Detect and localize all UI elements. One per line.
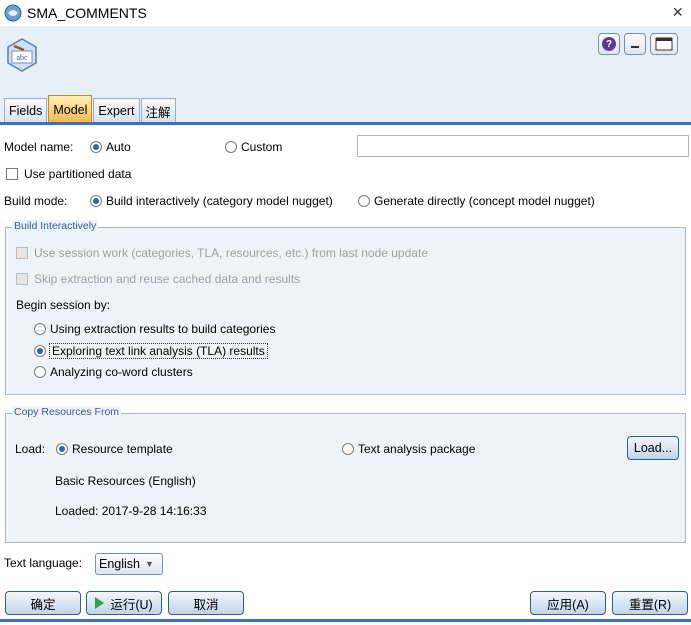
use-session-work-checkbox[interactable]: Use session work (categories, TLA, resou… — [16, 246, 428, 260]
loaded-value: 2017-9-28 14:16:33 — [101, 504, 207, 518]
partitioned-data-checkbox[interactable]: Use partitioned data — [6, 167, 131, 181]
checkbox-indicator — [16, 247, 28, 259]
option-coword-label: Analyzing co-word clusters — [50, 365, 193, 379]
radio-indicator — [90, 141, 102, 153]
close-icon[interactable]: × — [672, 2, 683, 23]
use-session-label: Use session work (categories, TLA, resou… — [34, 246, 428, 260]
loaded-timestamp: Loaded: 2017-9-28 14:16:33 — [55, 504, 207, 518]
custom-model-name-input[interactable] — [357, 135, 689, 157]
option-extraction-radio[interactable]: Using extraction results to build catego… — [34, 322, 275, 336]
checkbox-indicator — [16, 273, 28, 285]
model-name-auto-radio[interactable]: Auto — [90, 140, 131, 154]
auto-label: Auto — [106, 140, 131, 154]
skip-extraction-label: Skip extraction and reuse cached data an… — [34, 272, 301, 286]
build-interactively-label: Build interactively (category model nugg… — [106, 194, 333, 208]
app-icon — [4, 4, 22, 22]
resource-name: Basic Resources (English) — [55, 474, 196, 488]
option-tla-radio[interactable]: Exploring text link analysis (TLA) resul… — [34, 343, 268, 359]
resource-template-label: Resource template — [72, 442, 173, 456]
play-icon — [95, 597, 105, 609]
cancel-button[interactable]: 取消 — [168, 591, 244, 615]
run-button[interactable]: 运行(U) — [86, 591, 162, 615]
build-mode-label: Build mode: — [4, 194, 68, 208]
dialog-header: abc ? Fields Model Expert 注解 — [0, 26, 691, 124]
resource-template-radio[interactable]: Resource template — [56, 442, 173, 456]
minimize-icon — [631, 46, 639, 48]
apply-button[interactable]: 应用(A) — [530, 591, 606, 615]
title-bar: SMA_COMMENTS × — [0, 0, 691, 26]
option-coword-radio[interactable]: Analyzing co-word clusters — [34, 365, 193, 379]
model-name-custom-radio[interactable]: Custom — [225, 140, 282, 154]
tab-strip: Fields Model Expert 注解 — [4, 95, 177, 123]
window-title: SMA_COMMENTS — [27, 5, 147, 21]
tab-expert[interactable]: Expert — [93, 98, 140, 123]
text-package-label: Text analysis package — [358, 442, 476, 456]
model-name-label: Model name: — [4, 140, 74, 154]
tab-underline — [0, 122, 691, 125]
tab-model[interactable]: Model — [48, 95, 93, 123]
radio-indicator — [34, 323, 46, 335]
minimize-button[interactable] — [624, 33, 646, 55]
tab-fields[interactable]: Fields — [4, 98, 48, 123]
custom-label: Custom — [241, 140, 283, 154]
reset-button[interactable]: 重置(R) — [612, 591, 688, 615]
checkbox-indicator — [6, 168, 18, 180]
build-interactively-radio[interactable]: Build interactively (category model nugg… — [90, 194, 333, 208]
text-language-label: Text language: — [4, 556, 83, 570]
load-resources-button[interactable]: Load... — [627, 436, 679, 460]
begin-session-label: Begin session by: — [16, 298, 111, 312]
radio-indicator — [225, 141, 237, 153]
text-mining-node-icon: abc — [7, 38, 37, 72]
loaded-label: Loaded: — [55, 504, 99, 518]
bottom-border — [0, 619, 691, 622]
option-tla-label: Exploring text link analysis (TLA) resul… — [49, 343, 268, 359]
radio-indicator — [56, 443, 68, 455]
node-icon-text: abc — [16, 53, 28, 62]
text-language-value: English — [99, 557, 140, 571]
generate-directly-radio[interactable]: Generate directly (concept model nugget) — [358, 194, 595, 208]
skip-extraction-checkbox[interactable]: Skip extraction and reuse cached data an… — [16, 272, 300, 286]
maximize-icon — [655, 37, 673, 51]
ok-button[interactable]: 确定 — [5, 591, 81, 615]
load-label: Load: — [15, 442, 46, 456]
copy-resources-group: Copy Resources From Load: Resource templ… — [5, 406, 686, 543]
radio-indicator — [342, 443, 354, 455]
text-language-dropdown[interactable]: English ▼ — [95, 553, 163, 575]
text-analysis-package-radio[interactable]: Text analysis package — [342, 442, 475, 456]
option-extraction-label: Using extraction results to build catego… — [50, 322, 276, 336]
run-label: 运行(U) — [110, 597, 153, 612]
maximize-button[interactable] — [650, 33, 678, 55]
partitioned-label: Use partitioned data — [24, 167, 132, 181]
build-interactively-group: Build Interactively Use session work (ca… — [5, 220, 686, 395]
help-icon: ? — [602, 37, 616, 51]
radio-indicator — [358, 195, 370, 207]
tab-annotations[interactable]: 注解 — [140, 98, 176, 123]
radio-indicator — [34, 366, 46, 378]
copy-resources-legend: Copy Resources From — [12, 406, 122, 418]
chevron-down-icon: ▼ — [145, 559, 154, 569]
help-button[interactable]: ? — [598, 33, 620, 55]
radio-indicator — [90, 195, 102, 207]
radio-indicator — [34, 345, 46, 357]
generate-directly-label: Generate directly (concept model nugget) — [374, 194, 595, 208]
build-interactively-legend: Build Interactively — [12, 220, 99, 232]
